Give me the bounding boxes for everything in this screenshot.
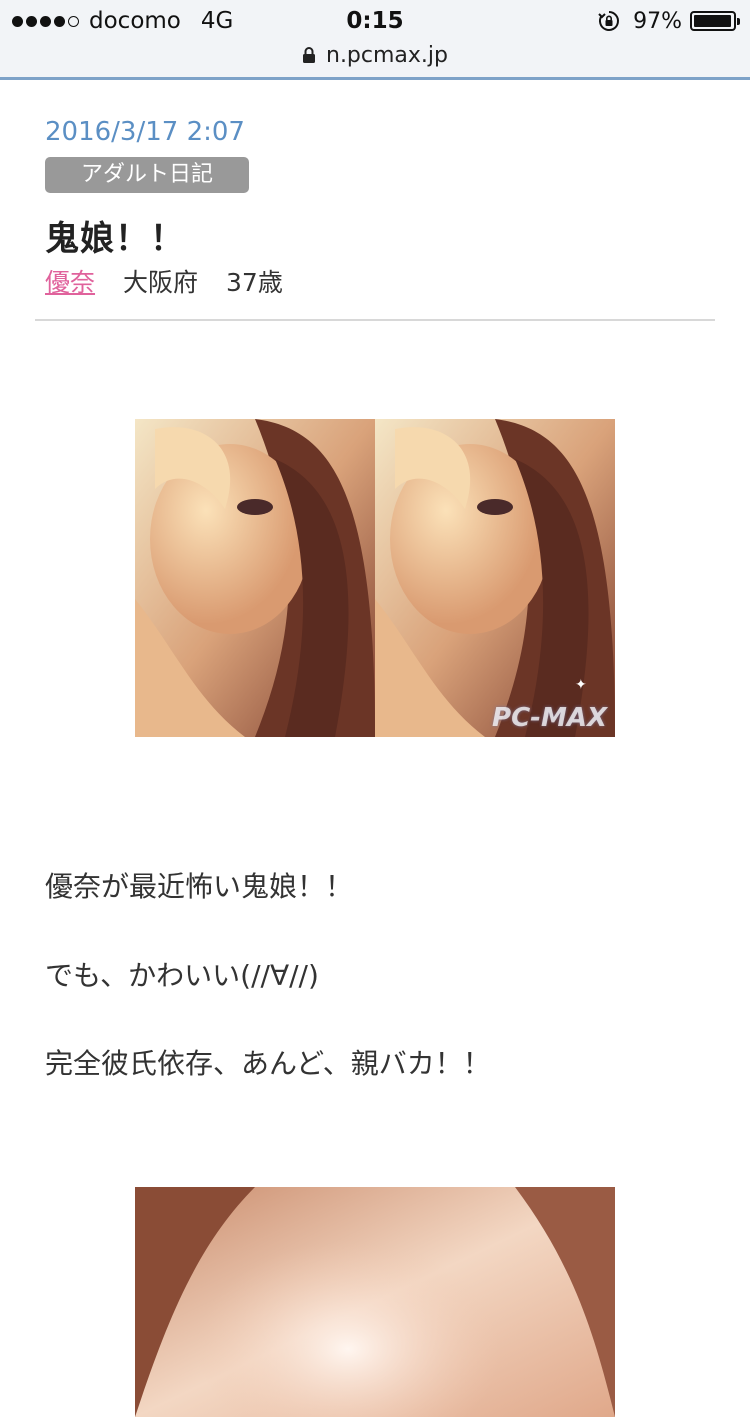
category-badge: アダルト日記 [45, 157, 249, 193]
body-line-1: 優奈が最近怖い鬼娘！！ [45, 870, 354, 903]
svg-text:✦: ✦ [575, 677, 587, 693]
battery-percent: 97% [633, 8, 682, 34]
photo-panel-left [135, 419, 375, 737]
photo-panel-right: ✦ [375, 419, 615, 737]
author-info: 優奈 大阪府 37歳 [45, 263, 283, 299]
post-photo[interactable]: ✦ PC-MAX [135, 419, 615, 737]
divider [35, 319, 715, 321]
status-right: 97% [597, 6, 740, 36]
browser-status-bar: docomo 4G 0:15 97% n.pcmax.jp [0, 0, 750, 80]
photo-watermark: PC-MAX [492, 703, 607, 733]
post-photo-2[interactable] [135, 1187, 615, 1417]
rotation-lock-icon [597, 9, 621, 33]
photo-2-image [135, 1187, 615, 1417]
body-line-3: 完全彼氏依存、あんど、親バカ！！ [45, 1047, 491, 1080]
author-age: 37歳 [226, 268, 283, 297]
author-prefecture: 大阪府 [123, 268, 199, 297]
post-date: 2016/3/17 2:07 [45, 117, 245, 147]
body-line-2: でも、かわいい(//∀//) [45, 959, 319, 992]
url-text[interactable]: n.pcmax.jp [326, 43, 448, 68]
author-name-link[interactable]: 優奈 [45, 263, 95, 299]
padlock-icon [302, 46, 316, 64]
post-title: 鬼娘！！ [45, 219, 185, 259]
url-bar[interactable]: n.pcmax.jp [0, 40, 750, 70]
battery-icon [690, 11, 740, 31]
